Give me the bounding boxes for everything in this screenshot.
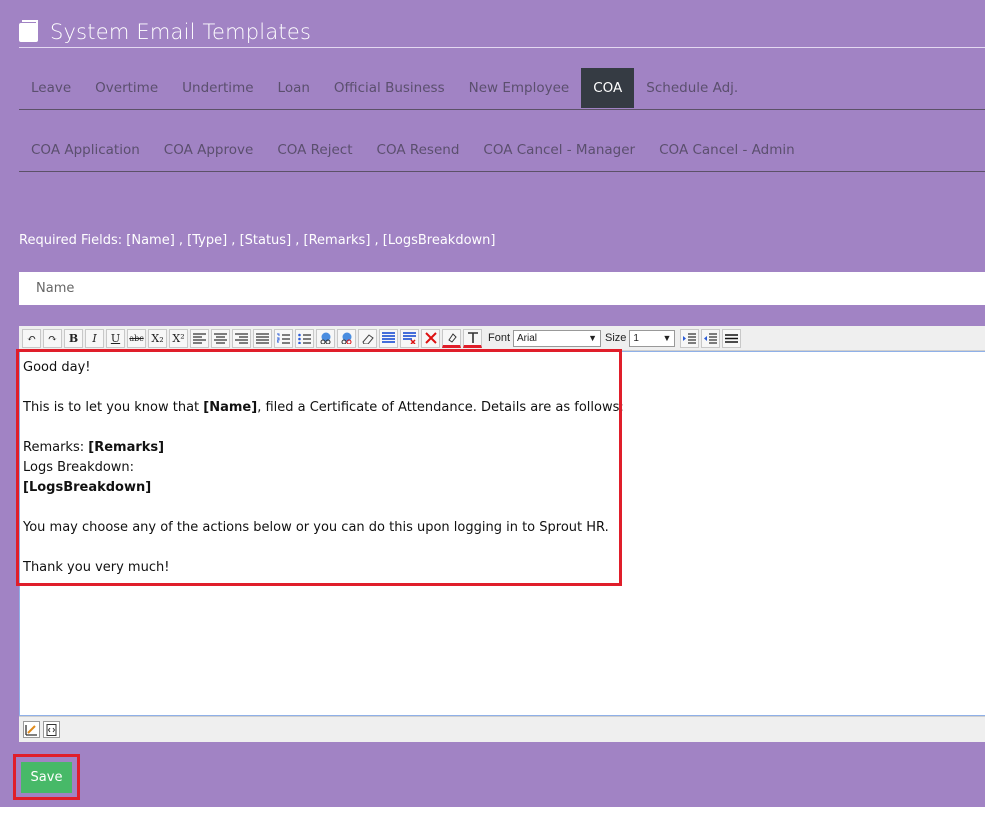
- design-mode-icon[interactable]: [23, 721, 40, 738]
- tab-overtime[interactable]: Overtime: [83, 68, 170, 108]
- unlink-icon[interactable]: [337, 328, 356, 348]
- coa-template-subtabs: COA Application COA Approve COA Reject C…: [19, 131, 807, 169]
- greeting-line: Good day!: [23, 360, 91, 375]
- paragraph-format-icon[interactable]: [379, 328, 398, 348]
- closing-line: Thank you very much!: [23, 560, 170, 575]
- superscript-button[interactable]: X²: [169, 328, 188, 348]
- text-color-icon[interactable]: [463, 328, 482, 348]
- strikethrough-button[interactable]: abc: [127, 328, 146, 348]
- save-button[interactable]: Save: [21, 762, 72, 793]
- align-justify-icon[interactable]: [253, 328, 272, 348]
- bold-button[interactable]: B: [64, 328, 83, 348]
- logs-label: Logs Breakdown:: [23, 460, 135, 475]
- font-select-value: Arial: [517, 332, 538, 344]
- eraser-icon[interactable]: [358, 328, 377, 348]
- chevron-down-icon: ▼: [588, 333, 598, 343]
- logs-placeholder: [LogsBreakdown]: [23, 480, 152, 495]
- align-right-icon[interactable]: [232, 328, 251, 348]
- subtab-coa-application[interactable]: COA Application: [19, 130, 152, 170]
- link-icon[interactable]: [316, 328, 335, 348]
- tab-official-business[interactable]: Official Business: [322, 68, 457, 108]
- remove-format-icon[interactable]: [400, 328, 419, 348]
- notice-text: This is to let you know that: [23, 400, 204, 415]
- highlight-color-icon[interactable]: [442, 328, 461, 348]
- rich-text-editor: ↶ ↷ B I U abc X₂ X² Font Arial ▼ Size 1 …: [19, 326, 985, 742]
- tabs-divider: [19, 109, 985, 110]
- email-body: Good day! This is to let you know that […: [23, 358, 624, 578]
- save-highlight-box: Save: [13, 754, 80, 800]
- subtab-coa-resend[interactable]: COA Resend: [365, 130, 472, 170]
- underline-button[interactable]: U: [106, 328, 125, 348]
- notice-text-end: , filed a Certificate of Attendance. Det…: [257, 400, 624, 415]
- italic-button[interactable]: I: [85, 328, 104, 348]
- notice-line: This is to let you know that [Name], fil…: [23, 398, 624, 418]
- editor-mode-bar: [19, 716, 985, 742]
- align-center-icon[interactable]: [211, 328, 230, 348]
- tab-undertime[interactable]: Undertime: [170, 68, 265, 108]
- outdent-icon[interactable]: [701, 328, 721, 348]
- redo-button[interactable]: ↷: [43, 328, 62, 348]
- size-select[interactable]: 1 ▼: [629, 329, 676, 347]
- tab-new-employee[interactable]: New Employee: [457, 68, 582, 108]
- name-field[interactable]: [19, 272, 985, 305]
- tab-schedule-adj[interactable]: Schedule Adj.: [634, 68, 750, 108]
- required-fields-text: Required Fields: [Name] , [Type] , [Stat…: [19, 233, 496, 248]
- tab-leave[interactable]: Leave: [19, 68, 83, 108]
- html-mode-icon[interactable]: [43, 721, 60, 738]
- remarks-label: Remarks:: [23, 440, 89, 455]
- subtab-coa-cancel-manager[interactable]: COA Cancel - Manager: [471, 130, 647, 170]
- unordered-list-icon[interactable]: [295, 328, 314, 348]
- book-icon: [19, 19, 38, 42]
- remarks-placeholder: [Remarks]: [88, 440, 165, 455]
- name-placeholder: [Name]: [203, 400, 258, 415]
- size-label: Size: [605, 332, 627, 344]
- font-label: Font: [488, 332, 511, 344]
- subtabs-divider: [19, 171, 985, 172]
- font-select[interactable]: Arial ▼: [513, 329, 602, 347]
- subtab-coa-approve[interactable]: COA Approve: [152, 130, 266, 170]
- subtab-coa-cancel-admin[interactable]: COA Cancel - Admin: [647, 130, 807, 170]
- page-header: System Email Templates: [19, 16, 311, 48]
- undo-button[interactable]: ↶: [22, 328, 41, 348]
- remarks-line: Remarks: [Remarks]: [23, 438, 624, 458]
- tab-loan[interactable]: Loan: [266, 68, 322, 108]
- page-title: System Email Templates: [50, 20, 312, 44]
- template-category-tabs: Leave Overtime Undertime Loan Official B…: [19, 68, 750, 108]
- subscript-button[interactable]: X₂: [148, 328, 167, 348]
- horizontal-rule-icon[interactable]: [722, 328, 742, 348]
- subtab-coa-reject[interactable]: COA Reject: [265, 130, 364, 170]
- size-select-value: 1: [633, 332, 639, 344]
- indent-icon[interactable]: [680, 328, 700, 348]
- ordered-list-icon[interactable]: [274, 328, 293, 348]
- editor-content-area[interactable]: Good day! This is to let you know that […: [19, 351, 985, 716]
- align-left-icon[interactable]: [190, 328, 209, 348]
- delete-icon[interactable]: [421, 328, 440, 348]
- tab-coa[interactable]: COA: [581, 68, 635, 108]
- actions-line: You may choose any of the actions below …: [23, 520, 609, 535]
- editor-toolbar: ↶ ↷ B I U abc X₂ X² Font Arial ▼ Size 1 …: [19, 326, 985, 351]
- email-templates-panel: System Email Templates Leave Overtime Un…: [0, 0, 985, 807]
- chevron-down-icon: ▼: [662, 333, 672, 343]
- title-divider: [19, 47, 985, 48]
